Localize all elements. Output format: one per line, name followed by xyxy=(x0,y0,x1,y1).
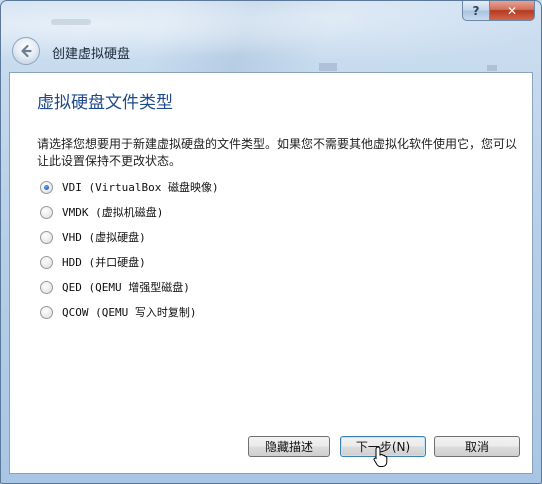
radio-vmdk[interactable] xyxy=(40,205,53,219)
wizard-page: 虚拟硬盘文件类型 请选择您想要用于新建虚拟硬盘的文件类型。如果您不需要其他虚拟化… xyxy=(9,72,533,474)
background-blur xyxy=(487,65,497,71)
option-label: QED (QEMU 增强型磁盘) xyxy=(62,281,190,294)
help-button[interactable]: ? xyxy=(462,1,490,21)
page-description: 请选择您想要用于新建虚拟硬盘的文件类型。如果您不需要其他虚拟化软件使用它，您可以… xyxy=(37,137,518,168)
option-vmdk[interactable]: VMDK (虚拟机磁盘) xyxy=(40,203,163,221)
dialog-window: ? ✕ 创建虚拟硬盘 虚拟硬盘文件类型 请选择您想要用于新建虚拟硬盘的文件类型。… xyxy=(0,0,542,484)
close-button[interactable]: ✕ xyxy=(490,1,535,21)
mouse-pointer-icon xyxy=(373,446,388,467)
hide-description-button[interactable]: 隐藏描述 xyxy=(248,436,330,457)
caption-buttons: ? ✕ xyxy=(462,1,535,21)
option-label: VMDK (虚拟机磁盘) xyxy=(62,206,164,219)
option-hdd[interactable]: HDD (并口硬盘) xyxy=(40,253,146,271)
option-qed[interactable]: QED (QEMU 增强型磁盘) xyxy=(40,278,190,296)
option-label: HDD (并口硬盘) xyxy=(62,256,146,269)
radio-vhd[interactable] xyxy=(40,230,53,244)
option-qcow[interactable]: QCOW (QEMU 写入时复制) xyxy=(40,303,196,321)
option-label: VHD (虚拟硬盘) xyxy=(62,231,146,244)
option-vdi[interactable]: VDI (VirtualBox 磁盘映像) xyxy=(40,178,219,196)
help-icon: ? xyxy=(472,3,480,18)
cancel-button[interactable]: 取消 xyxy=(434,436,520,457)
option-label: VDI (VirtualBox 磁盘映像) xyxy=(62,181,219,194)
option-vhd[interactable]: VHD (虚拟硬盘) xyxy=(40,228,146,246)
background-blur xyxy=(51,19,91,25)
page-heading: 虚拟硬盘文件类型 xyxy=(37,93,173,113)
radio-hdd[interactable] xyxy=(40,255,53,269)
back-button[interactable] xyxy=(12,37,40,65)
option-label: QCOW (QEMU 写入时复制) xyxy=(62,306,197,319)
window-title: 创建虚拟硬盘 xyxy=(52,47,131,62)
background-blur xyxy=(319,63,337,71)
radio-vdi[interactable] xyxy=(40,180,53,194)
back-arrow-icon xyxy=(21,44,32,58)
radio-qcow[interactable] xyxy=(40,305,53,319)
radio-qed[interactable] xyxy=(40,280,53,294)
close-icon: ✕ xyxy=(506,3,518,18)
